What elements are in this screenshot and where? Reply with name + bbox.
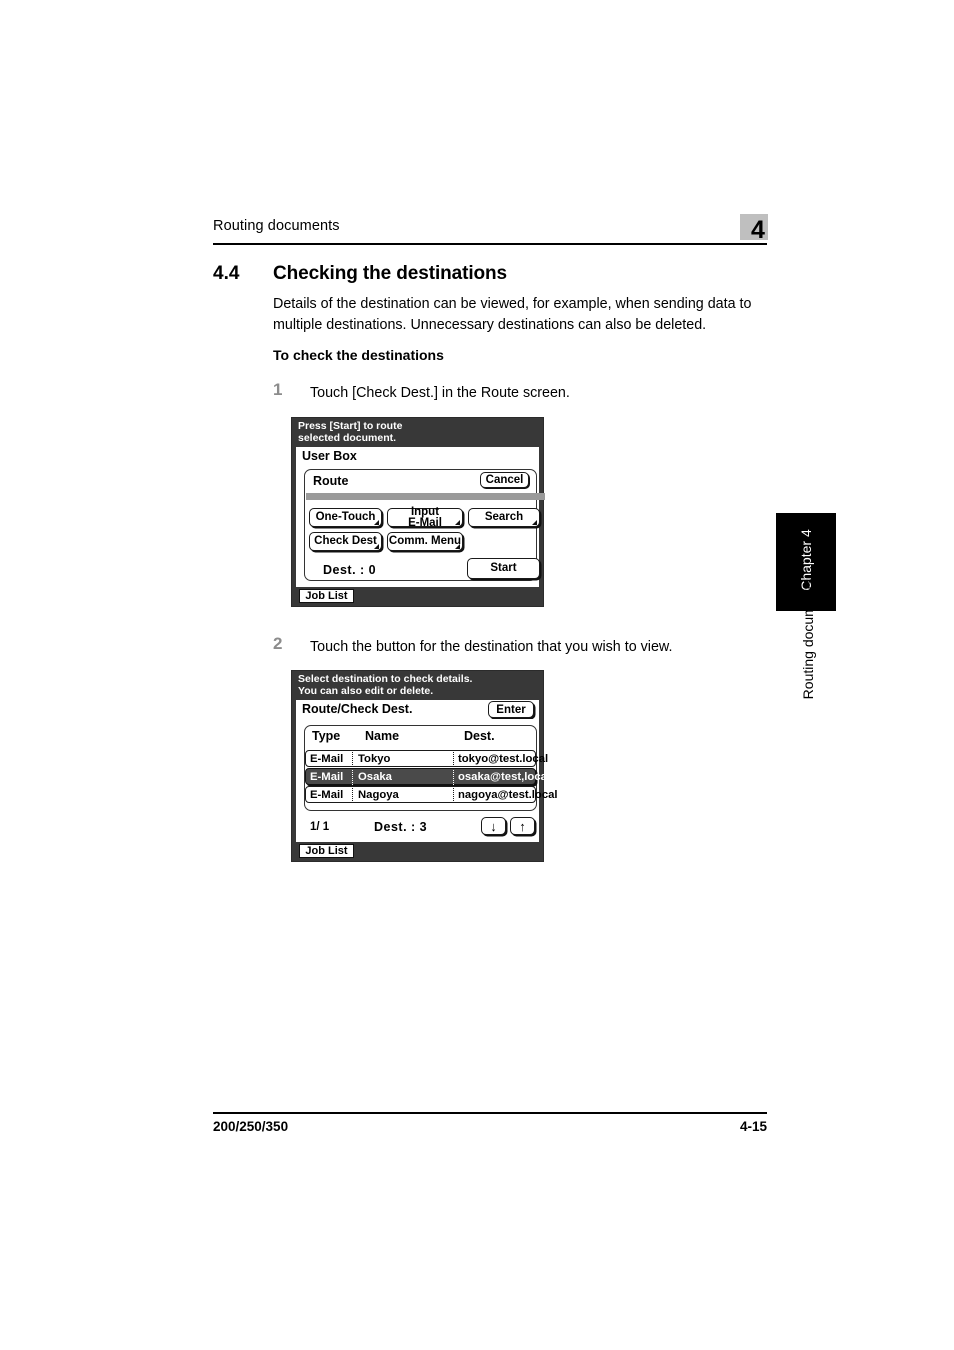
column-header-dest: Dest. <box>464 729 495 743</box>
arrow-down-button[interactable]: ↓ <box>481 817 506 835</box>
row-name: Nagoya <box>358 789 399 801</box>
lcd1-body: Route Cancel One-Touch Input E-Mail Sear… <box>296 465 545 587</box>
lcd1-title-label: User Box <box>302 449 357 463</box>
route-separator-band <box>306 493 545 500</box>
lcd-screenshot-route: Press [Start] to route selected document… <box>291 417 545 607</box>
destination-count: Dest. : 0 <box>323 563 377 577</box>
comm-menu-button[interactable]: Comm. Menu <box>387 532 463 551</box>
procedure-subheading: To check the destinations <box>273 347 444 363</box>
lcd1-status-message: Press [Start] to route selected document… <box>298 420 403 444</box>
footer-page-number: 4-15 <box>739 1119 767 1134</box>
row-dest: tokyo@test.local <box>458 753 549 765</box>
page-header: Routing documents <box>213 218 767 250</box>
row-divider <box>352 770 353 785</box>
search-button-label: Search <box>484 511 524 523</box>
fold-corner-icon <box>374 544 379 549</box>
arrow-up-button[interactable]: ↑ <box>510 817 535 835</box>
table-row[interactable]: E-Mail Osaka osaka@test,local <box>305 768 550 785</box>
chapter-number: 4 <box>751 216 765 244</box>
one-touch-button[interactable]: One-Touch <box>309 508 382 527</box>
one-touch-button-label: One-Touch <box>315 511 376 523</box>
footer-model-numbers: 200/250/350 <box>213 1119 289 1134</box>
running-head: Routing documents <box>213 218 340 234</box>
enter-button[interactable]: Enter <box>488 701 534 718</box>
destination-count: Dest. : 3 <box>374 820 428 834</box>
header-rule <box>213 243 767 245</box>
cancel-button-label: Cancel <box>485 473 524 486</box>
lcd2-body: Type Name Dest. E-Mail Tokyo tokyo@test.… <box>296 719 558 842</box>
start-button[interactable]: Start <box>467 558 540 579</box>
row-divider <box>453 788 454 803</box>
input-email-button-label: Input E-Mail <box>408 505 442 529</box>
search-button[interactable]: Search <box>468 508 540 527</box>
lcd1-title-bar: User Box <box>296 447 539 465</box>
row-type: E-Mail <box>310 771 344 783</box>
comm-menu-button-label: Comm. Menu <box>388 535 462 547</box>
intro-paragraph: Details of the destination can be viewed… <box>273 296 752 333</box>
arrow-up-icon: ↑ <box>519 818 526 834</box>
job-list-tab-label: Job List <box>305 845 348 857</box>
step-number-1: 1 <box>273 380 283 399</box>
row-divider <box>352 788 353 803</box>
row-divider <box>453 770 454 785</box>
step-text-1: Touch [Check Dest.] in the Route screen. <box>310 385 570 401</box>
page-indicator: 1/ 1 <box>310 821 330 833</box>
check-dest-button-label: Check Dest <box>314 535 377 547</box>
row-type: E-Mail <box>310 789 344 801</box>
arrow-down-icon: ↓ <box>490 818 497 834</box>
fold-corner-icon <box>374 520 379 525</box>
lcd2-title-bar: Route/Check Dest. Enter <box>296 700 539 719</box>
step-number-2: 2 <box>273 634 283 653</box>
job-list-tab[interactable]: Job List <box>299 589 354 603</box>
job-list-tab-label: Job List <box>305 590 348 602</box>
lcd2-title-label: Route/Check Dest. <box>302 702 413 716</box>
row-dest: osaka@test,local <box>458 771 551 783</box>
check-dest-button[interactable]: Check Dest <box>309 532 382 551</box>
fold-corner-icon <box>455 544 460 549</box>
fold-corner-icon <box>455 520 460 525</box>
cancel-button[interactable]: Cancel <box>480 472 529 488</box>
fold-corner-icon <box>532 520 537 525</box>
step-text-2: Touch the button for the destination tha… <box>310 639 673 655</box>
start-button-label: Start <box>490 562 517 574</box>
table-row[interactable]: E-Mail Tokyo tokyo@test.local <box>305 750 548 767</box>
input-email-button[interactable]: Input E-Mail <box>387 505 463 529</box>
job-list-tab[interactable]: Job List <box>299 844 354 858</box>
page-title: Checking the destinations <box>273 263 507 284</box>
side-running-head: Routing documents <box>800 578 816 700</box>
row-name: Tokyo <box>358 753 391 765</box>
lcd2-status-message: Select destination to check details. You… <box>298 673 473 697</box>
enter-button-label: Enter <box>496 703 526 716</box>
row-dest: nagoya@test.local <box>458 789 558 801</box>
table-row[interactable]: E-Mail Nagoya nagoya@test.local <box>305 786 558 803</box>
row-name: Osaka <box>358 771 392 783</box>
footer-rule <box>213 1112 767 1114</box>
lcd-screenshot-check-dest: Select destination to check details. You… <box>291 670 558 862</box>
column-header-name: Name <box>365 729 400 743</box>
section-number: 4.4 <box>213 263 240 284</box>
route-group-label: Route <box>313 474 349 488</box>
row-divider <box>352 752 353 767</box>
row-divider <box>453 752 454 767</box>
row-type: E-Mail <box>310 753 344 765</box>
column-header-type: Type <box>312 729 341 743</box>
